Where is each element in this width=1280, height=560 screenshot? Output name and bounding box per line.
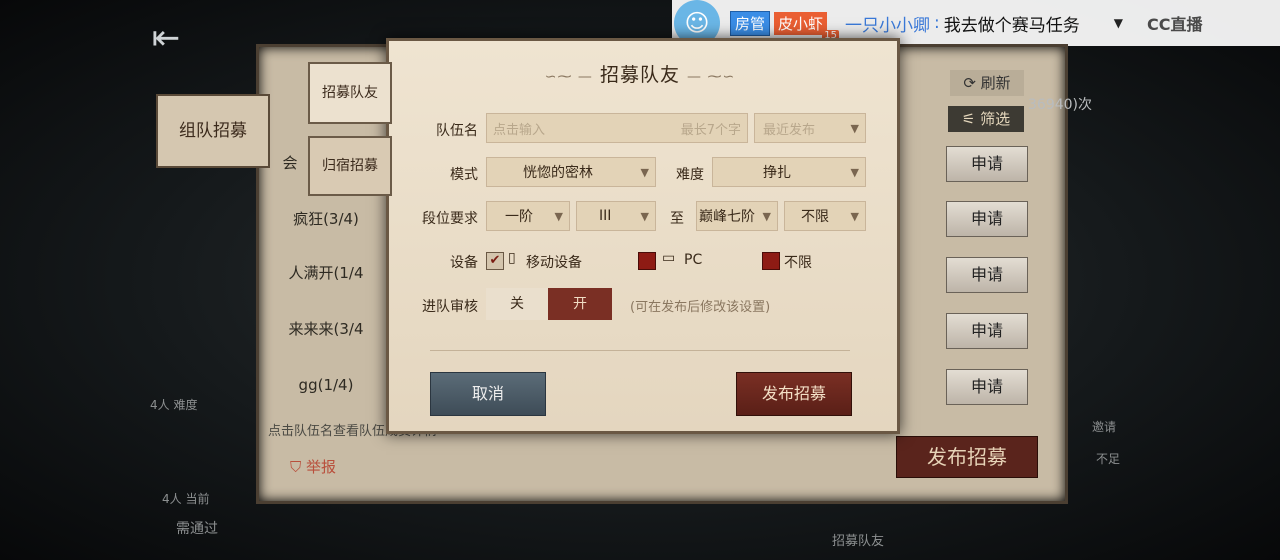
chevron-down-icon: ▼: [850, 121, 859, 135]
device-label: 设备: [450, 255, 478, 271]
filter-icon: ⚟: [961, 110, 976, 128]
rank-from-select[interactable]: 一阶 ▼: [486, 201, 570, 231]
difficulty-label: 难度: [676, 167, 704, 183]
dialog-title: ∽⁓ — 招募队友 — ⁓∽: [544, 64, 736, 86]
device-mobile-label: 移动设备: [526, 255, 582, 271]
device-any-checkbox[interactable]: [762, 252, 780, 270]
publish-recruit-button[interactable]: 发布招募: [736, 372, 852, 416]
cc-live-logo: CC直播: [1147, 15, 1203, 34]
rank-from-sub-select[interactable]: III ▼: [576, 201, 656, 231]
apply-button[interactable]: 申请: [946, 257, 1028, 293]
device-pc-checkbox[interactable]: [638, 252, 656, 270]
monitor-icon: ▭: [662, 250, 676, 266]
chevron-down-icon: ▼: [554, 209, 563, 223]
review-toggle[interactable]: 关 开: [486, 288, 612, 320]
team-row-name[interactable]: 人满开(1/4: [270, 252, 382, 294]
phone-icon: ▯: [508, 250, 516, 266]
chat-username: 一只小小卿: [845, 15, 931, 36]
report-button[interactable]: ⛉ 举报: [290, 456, 336, 477]
dialog-divider: [430, 350, 850, 351]
tab-team-recruit[interactable]: 组队招募: [156, 94, 270, 168]
review-label: 进队审核: [422, 299, 478, 315]
chat-message: 我去做个赛马任务: [943, 15, 1080, 36]
review-on-option[interactable]: 开: [548, 288, 612, 320]
side-info: 不足: [1096, 452, 1121, 466]
chevron-down-icon[interactable]: ▼: [1114, 16, 1123, 30]
refresh-button[interactable]: ⟳ 刷新: [950, 70, 1024, 96]
apply-button[interactable]: 申请: [946, 146, 1028, 182]
rank-to-separator: 至: [670, 211, 684, 227]
side-info: 4人 难度: [150, 398, 198, 412]
apply-button[interactable]: 申请: [946, 369, 1028, 405]
recent-publish-select[interactable]: 最近发布 ▼: [754, 113, 866, 143]
side-info: 4人 当前: [162, 492, 210, 506]
team-row-name[interactable]: 疯狂(3/4): [270, 198, 382, 240]
device-any-label: 不限: [784, 255, 812, 271]
chevron-down-icon: ▼: [850, 165, 859, 179]
rank-label: 段位要求: [422, 211, 478, 227]
rank-to-sub-select[interactable]: 不限 ▼: [784, 201, 866, 231]
chat-separator: :: [934, 13, 940, 33]
difficulty-select[interactable]: 挣扎 ▼: [712, 157, 866, 187]
review-off-option[interactable]: 关: [486, 288, 548, 320]
ornament-icon: — ⁓∽: [687, 69, 736, 85]
chevron-down-icon: ▼: [640, 165, 649, 179]
team-name-label: 队伍名: [436, 123, 478, 139]
refresh-icon: ⟳: [963, 74, 976, 92]
team-row-name[interactable]: 会: [270, 142, 310, 184]
chevron-down-icon: ▼: [850, 209, 859, 223]
bottom-label: 招募队友: [832, 534, 885, 549]
shield-icon: ⛉: [290, 458, 302, 476]
chevron-down-icon: ▼: [762, 209, 771, 223]
cancel-button[interactable]: 取消: [430, 372, 546, 416]
team-name-input[interactable]: 点击输入 最长7个字: [486, 113, 748, 143]
mode-label: 模式: [450, 167, 478, 183]
device-mobile-checkbox[interactable]: ✔: [486, 252, 504, 270]
publish-recruit-button-bg[interactable]: 发布招募: [896, 436, 1038, 478]
recruit-counter: 36940)次: [1028, 97, 1092, 113]
device-pc-label: PC: [684, 252, 703, 268]
admin-badge: 房管: [730, 10, 771, 36]
rank-to-select[interactable]: 巅峰七阶 ▼: [696, 201, 778, 231]
exit-icon[interactable]: ⇤: [140, 12, 192, 64]
team-row-name[interactable]: gg(1/4): [270, 364, 382, 406]
ornament-icon: ∽⁓ —: [544, 69, 593, 85]
apply-button[interactable]: 申请: [946, 313, 1028, 349]
chevron-down-icon: ▼: [640, 209, 649, 223]
side-info: 邀请: [1092, 420, 1117, 434]
review-hint: (可在发布后修改该设置): [630, 300, 771, 315]
tab-recruit-teammates[interactable]: 招募队友: [308, 62, 392, 124]
filter-button[interactable]: ⚟ 筛选: [948, 106, 1024, 132]
tab-return-recruit[interactable]: 归宿招募: [308, 136, 392, 196]
user-badge: 皮小虾 15: [774, 11, 840, 41]
apply-button[interactable]: 申请: [946, 201, 1028, 237]
team-row-name[interactable]: 来来来(3/4: [270, 308, 382, 350]
side-info: 需通过: [176, 521, 218, 537]
mode-select[interactable]: 恍惚的密林 ▼: [486, 157, 656, 187]
